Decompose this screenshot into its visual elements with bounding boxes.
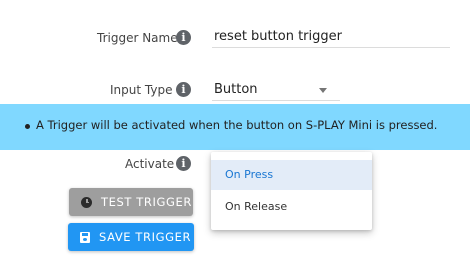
clock-icon [81,196,92,208]
menu-item-on-press[interactable]: On Press [211,160,372,190]
bullet-icon [25,124,30,129]
input-type-row: Input Type i Button [0,70,470,104]
save-icon [80,231,90,243]
activate-label: Activate [125,157,175,171]
input-type-info-icon[interactable]: i [176,82,191,97]
test-trigger-button[interactable]: TEST TRIGGER [69,188,193,216]
trigger-name-row: Trigger Name i reset button trigger [0,0,470,70]
input-type-label: Input Type [110,83,173,97]
activate-info-icon[interactable]: i [176,156,191,171]
test-trigger-label: TEST TRIGGER [101,195,192,209]
info-banner: A Trigger will be activated when the but… [0,104,470,150]
trigger-name-label: Trigger Name [97,31,178,45]
trigger-name-input[interactable]: reset button trigger [214,29,342,44]
info-banner-text: A Trigger will be activated when the but… [36,118,438,132]
menu-item-on-release[interactable]: On Release [211,192,372,222]
chevron-down-icon[interactable] [319,88,327,93]
trigger-name-info-icon[interactable]: i [176,30,191,45]
activate-dropdown-menu: On Press On Release [211,152,372,230]
input-type-underline [212,100,340,101]
save-trigger-label: SAVE TRIGGER [99,230,192,244]
trigger-name-underline [212,47,450,48]
input-type-select-value[interactable]: Button [214,82,258,97]
trigger-form: Trigger Name i reset button trigger Inpu… [0,0,470,259]
save-trigger-button[interactable]: SAVE TRIGGER [68,223,194,251]
